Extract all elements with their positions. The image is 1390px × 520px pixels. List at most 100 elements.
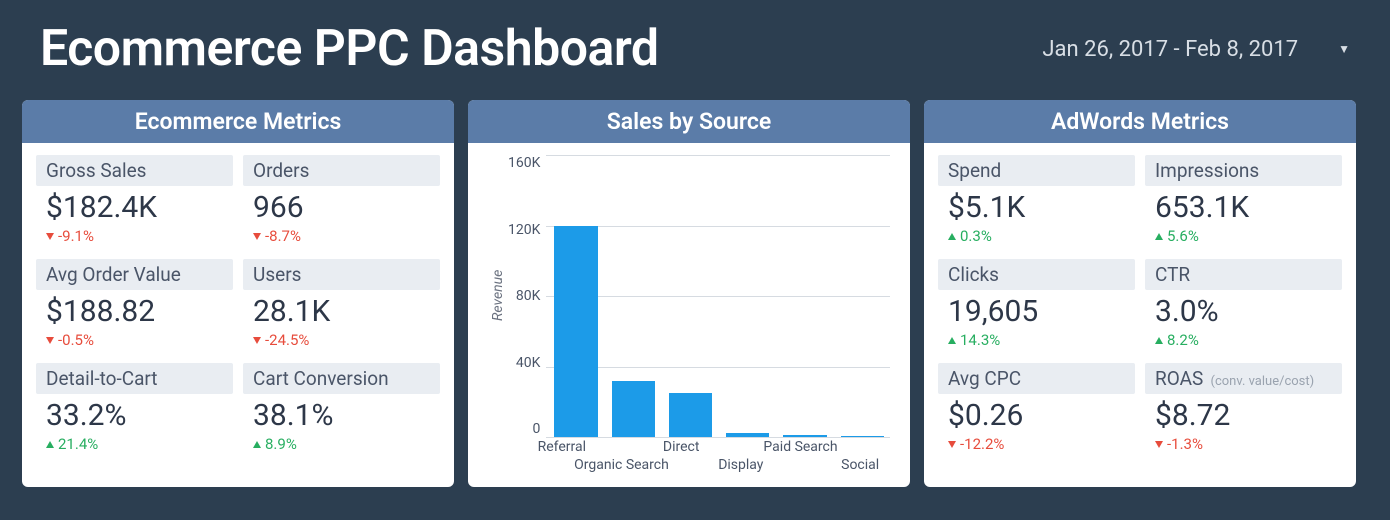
panel-sales-title: Sales by Source [468,100,910,143]
panels-row: Ecommerce Metrics Gross Sales$182.4K-9.1… [0,96,1390,497]
arrow-up-icon [1155,233,1163,240]
metric-value: $0.26 [938,394,1135,435]
arrow-down-icon [1155,441,1163,448]
metric-label: Users [243,259,440,290]
page-title: Ecommerce PPC Dashboard [40,20,659,78]
metric-delta-text: 21.4% [58,435,98,453]
metric-value: 966 [243,186,440,227]
ecommerce-metric-grid: Gross Sales$182.4K-9.1%Orders966-8.7%Avg… [22,143,454,471]
metric-delta: -12.2% [938,435,1135,457]
metric-delta-text: -8.7% [265,227,301,245]
chart-body: Revenue 160K120K80K40K0 ReferralOrganic … [468,143,910,487]
metric-delta-text: 8.2% [1167,331,1199,349]
metric-delta: -8.7% [243,227,440,249]
ytick-label: 80K [516,288,541,304]
metric-delta: -24.5% [243,331,440,353]
arrow-down-icon [253,337,261,344]
bar-direct[interactable] [669,393,712,437]
date-range-picker[interactable]: Jan 26, 2017 - Feb 8, 2017 ▼ [1042,37,1350,62]
metric-value: 3.0% [1145,290,1342,331]
metric-label: Cart Conversion [243,363,440,394]
xtick-label: Social [841,457,879,473]
ytick-label: 40K [516,355,541,371]
metric-delta-text: -0.5% [58,331,94,349]
metric-sublabel: (conv. value/cost) [1207,374,1314,389]
adwords-metric-3[interactable]: CTR3.0%8.2% [1145,259,1342,353]
arrow-down-icon [948,441,956,448]
metric-label: ROAS (conv. value/cost) [1145,363,1342,394]
caret-down-icon: ▼ [1338,42,1350,56]
metric-label: Detail-to-Cart [36,363,233,394]
metric-delta: 8.2% [1145,331,1342,353]
adwords-metric-1[interactable]: Impressions653.1K5.6% [1145,155,1342,249]
metric-delta: -0.5% [36,331,233,353]
arrow-down-icon [46,233,54,240]
xtick-label: Direct [663,439,700,455]
ecommerce-metric-0[interactable]: Gross Sales$182.4K-9.1% [36,155,233,249]
adwords-metric-4[interactable]: Avg CPC$0.26-12.2% [938,363,1135,457]
ecommerce-metric-5[interactable]: Cart Conversion38.1%8.9% [243,363,440,457]
metric-label: Orders [243,155,440,186]
panel-ecommerce-title: Ecommerce Metrics [22,100,454,143]
panel-adwords-title: AdWords Metrics [924,100,1356,143]
metric-label: Gross Sales [36,155,233,186]
xtick-label: Referral [538,439,586,455]
metric-label: Spend [938,155,1135,186]
metric-delta: -9.1% [36,227,233,249]
ecommerce-metric-2[interactable]: Avg Order Value$188.82-0.5% [36,259,233,353]
metric-delta: -1.3% [1145,435,1342,457]
metric-delta: 21.4% [36,435,233,457]
bar-organic-search[interactable] [612,381,655,437]
metric-value: 28.1K [243,290,440,331]
metric-label: Avg CPC [938,363,1135,394]
adwords-metric-0[interactable]: Spend$5.1K0.3% [938,155,1135,249]
ytick-label: 0 [533,421,541,437]
chart-bars [546,155,890,437]
adwords-metric-5[interactable]: ROAS (conv. value/cost)$8.72-1.3% [1145,363,1342,457]
panel-adwords: AdWords Metrics Spend$5.1K0.3%Impression… [924,100,1356,487]
metric-delta-text: -24.5% [265,331,309,349]
metric-delta-text: 14.3% [960,331,1000,349]
arrow-up-icon [948,233,956,240]
metric-label: CTR [1145,259,1342,290]
ecommerce-metric-3[interactable]: Users28.1K-24.5% [243,259,440,353]
panel-sales-chart: Sales by Source Revenue 160K120K80K40K0 … [468,100,910,487]
metric-value: 33.2% [36,394,233,435]
arrow-up-icon [1155,337,1163,344]
metric-value: $8.72 [1145,394,1342,435]
adwords-metric-grid: Spend$5.1K0.3%Impressions653.1K5.6%Click… [924,143,1356,471]
header: Ecommerce PPC Dashboard Jan 26, 2017 - F… [0,0,1390,96]
metric-delta-text: 0.3% [960,227,992,245]
metric-delta-text: -9.1% [58,227,94,245]
arrow-down-icon [253,233,261,240]
bar-referral[interactable] [554,226,597,438]
metric-delta: 8.9% [243,435,440,457]
arrow-down-icon [46,337,54,344]
metric-delta-text: 8.9% [265,435,297,453]
xtick-label: Display [718,457,763,473]
metric-label: Clicks [938,259,1135,290]
metric-value: $188.82 [36,290,233,331]
arrow-up-icon [46,441,54,448]
metric-delta-text: -1.3% [1167,435,1203,453]
adwords-metric-2[interactable]: Clicks19,60514.3% [938,259,1135,353]
ecommerce-metric-4[interactable]: Detail-to-Cart33.2%21.4% [36,363,233,457]
arrow-up-icon [253,441,261,448]
chart-plot [546,155,890,437]
metric-value: $182.4K [36,186,233,227]
xtick-label: Organic Search [574,457,669,473]
metric-delta: 0.3% [938,227,1135,249]
arrow-up-icon [948,337,956,344]
metric-label: Impressions [1145,155,1342,186]
xtick-label: Paid Search [763,439,837,455]
ecommerce-metric-1[interactable]: Orders966-8.7% [243,155,440,249]
metric-value: 19,605 [938,290,1135,331]
chart-ylabel: Revenue [488,153,506,437]
chart-xaxis: Referral Organic Search Direct DisplayPaid … [532,437,890,477]
date-range-text: Jan 26, 2017 - Feb 8, 2017 [1042,37,1298,62]
ytick-label: 120K [508,222,540,238]
metric-delta-text: -12.2% [960,435,1004,453]
metric-delta: 5.6% [1145,227,1342,249]
metric-value: $5.1K [938,186,1135,227]
metric-delta: 14.3% [938,331,1135,353]
